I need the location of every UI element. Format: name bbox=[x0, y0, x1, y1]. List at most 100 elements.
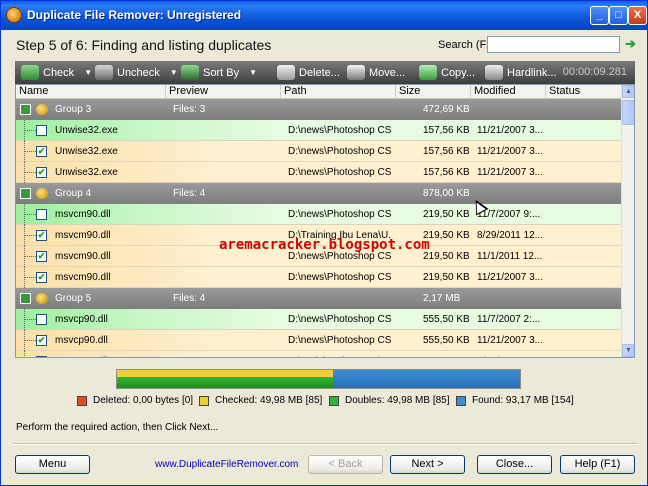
group-files: Files: 3 bbox=[173, 104, 206, 115]
group-row[interactable]: Group 4 Files: 4 878,00 KB bbox=[16, 183, 622, 204]
file-path: D:\news\Photoshop CS... bbox=[288, 272, 392, 283]
file-path: D:\news\Photoshop CS... bbox=[288, 314, 392, 325]
tree-line bbox=[24, 319, 36, 320]
trash-icon bbox=[277, 65, 295, 80]
file-checkbox[interactable]: ✔ bbox=[36, 272, 47, 283]
file-checkbox[interactable]: ✔ bbox=[36, 146, 47, 157]
column-preview[interactable]: Preview bbox=[166, 85, 281, 99]
file-row[interactable]: ✔ Unwise32.exe D:\news\Photoshop CS... 157,… bbox=[16, 162, 622, 183]
checked-swatch bbox=[199, 395, 209, 406]
file-name: msvcm90.dll bbox=[55, 272, 111, 283]
chevron-down-icon[interactable]: ▼ bbox=[84, 68, 92, 77]
search-input[interactable] bbox=[487, 36, 620, 53]
move-button[interactable]: Move... bbox=[347, 61, 405, 84]
uncheck-label: Uncheck bbox=[117, 66, 160, 79]
scroll-up-icon[interactable]: ▲ bbox=[622, 85, 634, 98]
menu-button[interactable]: Menu bbox=[15, 455, 90, 474]
copy-label: Copy... bbox=[441, 66, 476, 79]
file-modified: 8/29/2011 12... bbox=[477, 230, 543, 241]
file-checkbox[interactable] bbox=[36, 209, 47, 220]
file-checkbox[interactable]: ✔ bbox=[36, 356, 47, 357]
file-path: D:\news\Photoshop CS... bbox=[288, 335, 392, 346]
file-size: 157,56 KB bbox=[423, 146, 470, 157]
group-name: Group 5 bbox=[55, 293, 92, 304]
check-label: Check bbox=[43, 66, 75, 79]
delete-button[interactable]: Delete... bbox=[277, 61, 340, 84]
group-row[interactable]: Group 3 Files: 3 472,69 KB bbox=[16, 99, 622, 120]
column-modified[interactable]: Modified bbox=[471, 85, 546, 99]
next-button[interactable]: Next > bbox=[390, 455, 465, 474]
column-name[interactable]: Name bbox=[16, 85, 166, 99]
app-window: Duplicate File Remover: Unregistered _ □… bbox=[0, 0, 648, 486]
minimize-button[interactable]: _ bbox=[590, 6, 609, 25]
tree-line bbox=[24, 256, 36, 257]
vertical-scrollbar[interactable]: ▲ ▼ bbox=[621, 85, 634, 357]
tree-line bbox=[24, 277, 36, 278]
check-button[interactable]: Check ▼ bbox=[21, 61, 92, 84]
checked-text: Checked: 49,98 MB [85] bbox=[215, 395, 323, 406]
website-link[interactable]: www.DuplicateFileRemover.com bbox=[155, 459, 298, 470]
found-swatch bbox=[456, 395, 466, 406]
file-name: msvcp90.dll bbox=[55, 314, 108, 325]
tree-line bbox=[24, 130, 36, 131]
file-checkbox[interactable]: ✔ bbox=[36, 167, 47, 178]
legend-checked: Checked: 49,98 MB [85] bbox=[199, 395, 322, 406]
step-title: Step 5 of 6: Finding and listing duplica… bbox=[16, 37, 272, 53]
sortby-button[interactable]: Sort By ▼ bbox=[181, 61, 257, 84]
group-size: 878,00 KB bbox=[423, 188, 470, 199]
file-size: 555,50 KB bbox=[423, 314, 470, 325]
file-path: D:\news\Photoshop CS... bbox=[288, 146, 392, 157]
copy-button[interactable]: Copy... bbox=[419, 61, 475, 84]
file-row[interactable]: ✔ Unwise32.exe D:\news\Photoshop CS... 157,… bbox=[16, 141, 622, 162]
group-checkbox[interactable] bbox=[20, 188, 31, 199]
group-size: 2,17 MB bbox=[423, 293, 461, 304]
chevron-down-icon[interactable]: ▼ bbox=[170, 68, 178, 77]
uncheck-button[interactable]: Uncheck ▼ bbox=[95, 61, 178, 84]
column-path[interactable]: Path bbox=[281, 85, 396, 99]
close-window-button[interactable]: X bbox=[628, 6, 647, 25]
back-button[interactable]: < Back bbox=[308, 455, 383, 474]
title-bar[interactable]: Duplicate File Remover: Unregistered _ □… bbox=[1, 1, 647, 30]
file-size: 555,50 KB bbox=[423, 351, 470, 357]
deleted-text: Deleted: 0,00 bytes [0] bbox=[93, 395, 194, 406]
file-checkbox[interactable]: ✔ bbox=[36, 230, 47, 241]
truck-icon bbox=[347, 65, 365, 80]
file-checkbox[interactable] bbox=[36, 314, 47, 325]
file-checkbox[interactable] bbox=[36, 125, 47, 136]
hardlink-button[interactable]: Hardlink... bbox=[485, 61, 557, 84]
file-row[interactable]: msvcm90.dll D:\news\Photoshop CS... 219,50… bbox=[16, 204, 622, 225]
group-checkbox[interactable] bbox=[20, 293, 31, 304]
doubles-text: Doubles: 49,98 MB [85] bbox=[345, 395, 450, 406]
search-go-icon[interactable]: ➔ bbox=[625, 37, 637, 50]
maximize-button[interactable]: □ bbox=[609, 6, 628, 25]
file-row[interactable]: msvcp90.dll D:\news\Photoshop CS... 555,50… bbox=[16, 309, 622, 330]
column-size[interactable]: Size bbox=[396, 85, 471, 99]
results-grid[interactable]: Name Preview Path Size Modified Status G… bbox=[15, 84, 635, 358]
column-status[interactable]: Status bbox=[546, 85, 622, 99]
group-checkbox[interactable] bbox=[20, 104, 31, 115]
grid-header: Name Preview Path Size Modified Status bbox=[16, 85, 622, 99]
file-checkbox[interactable]: ✔ bbox=[36, 251, 47, 262]
chevron-down-icon[interactable]: ▼ bbox=[249, 68, 257, 77]
file-modified: 11/21/2007 3... bbox=[477, 146, 543, 157]
tree-line bbox=[24, 340, 36, 341]
file-modified: 11/21/2007 3... bbox=[477, 272, 543, 283]
file-checkbox[interactable]: ✔ bbox=[36, 335, 47, 346]
close-button[interactable]: Close... bbox=[477, 455, 552, 474]
file-path: D:\news\Photoshop CS... bbox=[288, 125, 392, 136]
file-row[interactable]: Unwise32.exe D:\news\Photoshop CS... 157,5… bbox=[16, 120, 622, 141]
window-title: Duplicate File Remover: Unregistered bbox=[27, 8, 242, 22]
group-size: 472,69 KB bbox=[423, 104, 470, 115]
file-row[interactable]: ✔ msvcp90.dll D:\news\Photoshop CS... 555,5… bbox=[16, 330, 622, 351]
group-icon bbox=[36, 293, 48, 304]
scroll-thumb[interactable] bbox=[622, 100, 634, 125]
file-path: D:\news\Photoshop CS... bbox=[288, 209, 392, 220]
scroll-down-icon[interactable]: ▼ bbox=[622, 344, 634, 357]
file-row[interactable]: ✔ msvcp90.dll D:\Training Ibu Lena\U... 555… bbox=[16, 351, 622, 357]
help-button[interactable]: Help (F1) bbox=[560, 455, 635, 474]
file-row[interactable]: ✔ msvcm90.dll D:\news\Photoshop CS... 219,5… bbox=[16, 267, 622, 288]
tree-line bbox=[24, 172, 36, 173]
legend-found: Found: 93,17 MB [154] bbox=[456, 395, 574, 406]
group-row[interactable]: Group 5 Files: 4 2,17 MB bbox=[16, 288, 622, 309]
group-files: Files: 4 bbox=[173, 188, 206, 199]
